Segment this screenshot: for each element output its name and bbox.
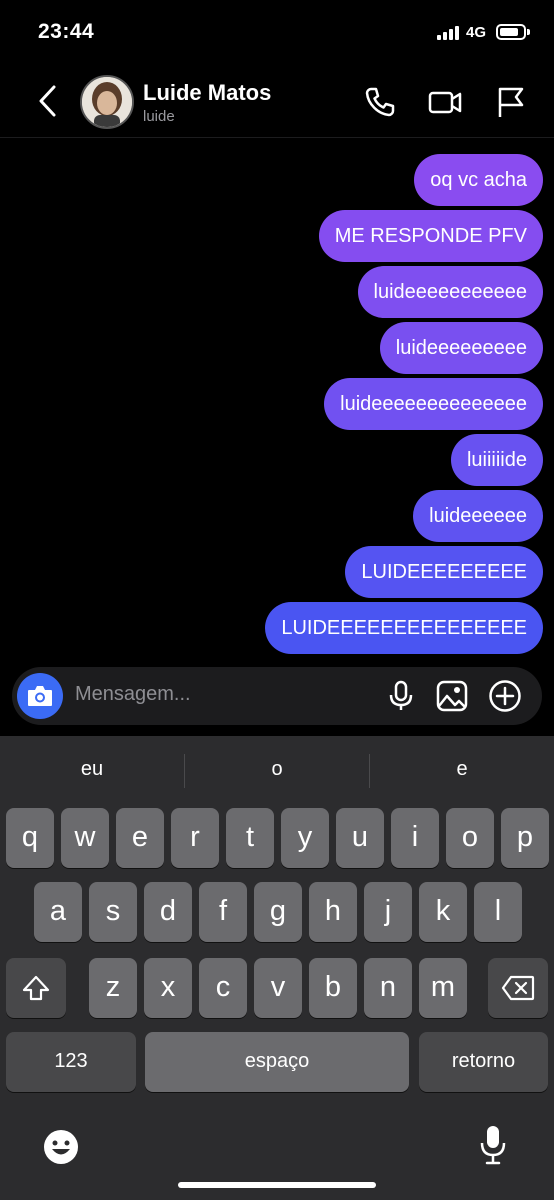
shift-icon <box>22 975 50 1001</box>
message-composer[interactable]: Mensagem... <box>12 667 542 725</box>
return-key[interactable]: retorno <box>419 1032 548 1092</box>
message-bubble[interactable]: oq vc acha <box>414 154 543 206</box>
backspace-key[interactable] <box>488 958 548 1018</box>
message-bubble[interactable]: luiiiiide <box>450 434 543 486</box>
numbers-key[interactable]: 123 <box>6 1032 136 1092</box>
message-bubble[interactable]: luideeeeeeeeeeeeee <box>324 378 543 430</box>
key-c[interactable]: c <box>199 958 247 1018</box>
video-icon[interactable] <box>427 84 463 120</box>
camera-icon[interactable] <box>17 673 63 719</box>
status-time: 23:44 <box>38 20 95 43</box>
message-bubble[interactable]: LUIDEEEEEEEEEEEEEEE <box>265 602 543 654</box>
key-l[interactable]: l <box>474 882 522 942</box>
backspace-icon <box>501 975 535 1001</box>
suggestion-item[interactable]: e <box>370 758 554 781</box>
back-icon[interactable] <box>34 84 62 118</box>
key-d[interactable]: d <box>144 882 192 942</box>
contact-username: luide <box>143 108 175 125</box>
message-bubble[interactable]: luideeeeee <box>413 490 543 542</box>
key-t[interactable]: t <box>226 808 274 868</box>
key-k[interactable]: k <box>419 882 467 942</box>
key-f[interactable]: f <box>199 882 247 942</box>
key-n[interactable]: n <box>364 958 412 1018</box>
key-h[interactable]: h <box>309 882 357 942</box>
message-bubble[interactable]: luideeeeeeeeeee <box>357 266 543 318</box>
message-list[interactable]: oq vc acha ME RESPONDE PFV luideeeeeeeee… <box>0 140 554 660</box>
message-input[interactable]: Mensagem... <box>75 683 191 706</box>
microphone-icon[interactable] <box>384 679 418 713</box>
key-p[interactable]: p <box>501 808 549 868</box>
plus-icon[interactable] <box>488 679 522 713</box>
key-g[interactable]: g <box>254 882 302 942</box>
key-y[interactable]: y <box>281 808 329 868</box>
network-type: 4G <box>466 24 487 41</box>
contact-name[interactable]: Luide Matos <box>143 80 271 106</box>
home-indicator[interactable] <box>178 1182 376 1188</box>
key-q[interactable]: q <box>6 808 54 868</box>
key-w[interactable]: w <box>61 808 109 868</box>
signal-icon <box>437 26 459 40</box>
suggestion-bar: eu o e <box>0 736 554 804</box>
chat-header: Luide Matos luide <box>0 66 554 138</box>
key-e[interactable]: e <box>116 808 164 868</box>
message-bubble[interactable]: ME RESPONDE PFV <box>318 210 543 262</box>
key-x[interactable]: x <box>144 958 192 1018</box>
shift-key[interactable] <box>6 958 66 1018</box>
key-o[interactable]: o <box>446 808 494 868</box>
status-bar: 23:44 4G <box>0 0 554 66</box>
suggestion-item[interactable]: eu <box>0 758 184 781</box>
dictation-icon[interactable] <box>478 1124 508 1166</box>
flag-icon[interactable] <box>494 84 530 120</box>
emoji-icon[interactable] <box>42 1128 80 1166</box>
key-b[interactable]: b <box>309 958 357 1018</box>
keyboard: eu o e q w e r t y u i o p a s d f g h j… <box>0 736 554 1200</box>
key-u[interactable]: u <box>336 808 384 868</box>
key-r[interactable]: r <box>171 808 219 868</box>
key-s[interactable]: s <box>89 882 137 942</box>
key-a[interactable]: a <box>34 882 82 942</box>
space-key[interactable]: espaço <box>145 1032 409 1092</box>
avatar[interactable] <box>80 75 134 129</box>
battery-icon <box>496 24 530 40</box>
key-z[interactable]: z <box>89 958 137 1018</box>
key-j[interactable]: j <box>364 882 412 942</box>
message-bubble[interactable]: luideeeeeeeee <box>379 322 543 374</box>
key-m[interactable]: m <box>419 958 467 1018</box>
message-bubble[interactable]: LUIDEEEEEEEEE <box>345 546 543 598</box>
key-v[interactable]: v <box>254 958 302 1018</box>
suggestion-item[interactable]: o <box>185 758 369 781</box>
phone-icon[interactable] <box>362 84 398 120</box>
gallery-icon[interactable] <box>435 679 469 713</box>
key-i[interactable]: i <box>391 808 439 868</box>
